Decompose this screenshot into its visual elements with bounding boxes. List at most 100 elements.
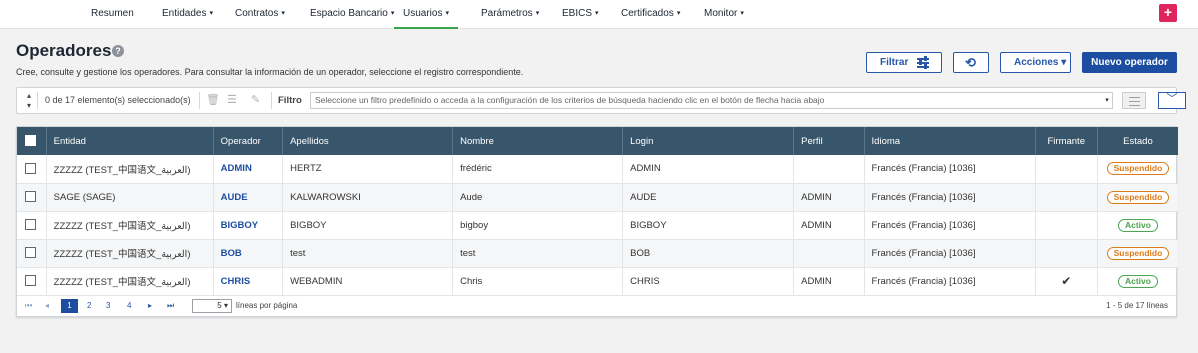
list-icon[interactable]: ☰ (227, 88, 237, 113)
top-nav: Resumen Entidades ▾ Contratos ▾ Espacio Ba… (0, 0, 1198, 29)
cell-login: BIGBOY (622, 211, 795, 240)
row-select-cell (17, 239, 47, 268)
row-select-cell (17, 267, 47, 296)
prev-page-icon[interactable]: ◂ (45, 299, 49, 313)
nav-label: Usuarios (403, 8, 443, 19)
row-checkbox[interactable] (25, 247, 36, 259)
row-checkbox[interactable] (25, 191, 36, 203)
divider (271, 92, 272, 109)
col-idioma[interactable]: Idioma (864, 127, 1036, 155)
cell-apellidos: BIGBOY (282, 211, 454, 240)
next-page-icon[interactable]: ▸ (148, 299, 152, 313)
col-perfil[interactable]: Perfil (793, 127, 865, 155)
filter-button-label: Filtrar (880, 57, 909, 68)
nav-certificados[interactable]: Certificados ▾ (621, 0, 680, 29)
cell-login: ADMIN (622, 155, 795, 184)
nav-label: Parámetros (481, 8, 533, 19)
cell-perfil: ADMIN (793, 267, 865, 296)
cell-perfil (793, 155, 865, 184)
signer-check-icon: ✔ (1035, 267, 1098, 296)
divider (199, 92, 200, 109)
col-operador[interactable]: Operador (213, 127, 284, 155)
page-size-value: 5 (217, 301, 222, 310)
col-apellidos[interactable]: Apellidos (282, 127, 454, 155)
chevron-down-icon[interactable]: ▾ (1102, 93, 1112, 108)
nav-ebics[interactable]: EBICS ▾ (562, 0, 599, 29)
col-entidad[interactable]: Entidad (46, 127, 214, 155)
range-label: 1 - 5 de 17 líneas (1106, 301, 1168, 310)
chevron-down-icon: ▾ (281, 10, 285, 17)
row-select-cell (17, 155, 47, 184)
filter-input[interactable]: Seleccione un filtro predefinido o acced… (310, 92, 1113, 109)
plus-button[interactable]: + (1159, 4, 1177, 22)
status-badge: Activo (1117, 274, 1158, 288)
row-select-cell (17, 183, 47, 212)
first-page-icon[interactable]: ⏮ (25, 299, 32, 313)
filter-label: Filtro (278, 95, 302, 106)
cell-estado: Activo (1097, 267, 1178, 296)
edit-icon[interactable]: ✎ (251, 88, 260, 113)
status-badge: Suspendido (1106, 162, 1170, 176)
new-operator-button[interactable]: Nuevo operador (1082, 52, 1177, 73)
cell-operador[interactable]: BOB (213, 239, 284, 268)
select-all-checkbox[interactable] (25, 135, 36, 147)
cell-idioma: Francés (Francia) [1036] (864, 239, 1036, 268)
actions-dropdown[interactable]: Acciones ▾ (1000, 52, 1071, 73)
row-checkbox[interactable] (25, 275, 36, 287)
cell-operador[interactable]: BIGBOY (213, 211, 284, 240)
row-checkbox[interactable] (25, 219, 36, 231)
last-page-icon[interactable]: ⏭ (167, 299, 174, 313)
actions-label: Acciones ▾ (1014, 57, 1067, 68)
cell-login: CHRIS (622, 267, 795, 296)
help-icon[interactable]: ? (112, 45, 124, 57)
chevron-down-icon: ▾ (676, 10, 681, 17)
table-row[interactable]: ZZZZZ (TEST_中国语文_العربية) ADMIN HERTZ fr… (17, 155, 1178, 184)
cell-operador[interactable]: ADMIN (213, 155, 284, 184)
nav-monitor[interactable]: Monitor ▾ (704, 0, 744, 29)
col-estado[interactable]: Estado (1097, 127, 1178, 155)
nav-espacio-bancario[interactable]: Espacio Bancario ▾ (310, 0, 394, 29)
operators-table: Entidad Operador Apellidos Nombre Login … (17, 127, 1178, 296)
nav-usuarios[interactable]: Usuarios ▾ (394, 0, 458, 29)
cell-entidad: ZZZZZ (TEST_中国语文_العربية) (46, 267, 214, 296)
sort-toggle-icon[interactable]: ▴ ▾ (22, 91, 36, 111)
cell-idioma: Francés (Francia) [1036] (864, 183, 1036, 212)
col-nombre[interactable]: Nombre (452, 127, 624, 155)
cell-nombre: Chris (452, 267, 624, 296)
trash-icon[interactable]: 🗑 (206, 88, 220, 113)
expand-filter-button[interactable]: ﹀ (1158, 92, 1186, 109)
refresh-button[interactable]: ⟲ (953, 52, 989, 73)
col-firmante[interactable]: Firmante (1035, 127, 1098, 155)
nav-entidades[interactable]: Entidades ▾ (162, 0, 213, 29)
cell-perfil (793, 239, 865, 268)
cell-apellidos: test (282, 239, 454, 268)
row-select-cell (17, 211, 47, 240)
table-row[interactable]: ZZZZZ (TEST_中国语文_العربية) BIGBOY BIGBOY … (17, 211, 1178, 240)
table-row[interactable]: ZZZZZ (TEST_中国语文_العربية) BOB test test … (17, 239, 1178, 268)
page-4[interactable]: 4 (127, 299, 131, 313)
cell-estado: Suspendido (1097, 183, 1178, 212)
divider (37, 92, 38, 109)
nav-label: EBICS (562, 8, 593, 19)
filter-button[interactable]: Filtrar (866, 52, 942, 73)
nav-parametros[interactable]: Parámetros ▾ (481, 0, 539, 29)
cell-apellidos: HERTZ (282, 155, 454, 184)
nav-resumen[interactable]: Resumen (91, 0, 134, 29)
columns-button[interactable] (1122, 92, 1146, 109)
page-size-select[interactable]: 5 ▾ (192, 299, 232, 313)
cell-operador[interactable]: AUDE (213, 183, 284, 212)
table-row[interactable]: SAGE (SAGE) AUDE KALWAROWSKI Aude AUDE A… (17, 183, 1178, 212)
page-1[interactable]: 1 (61, 299, 78, 313)
nav-contratos[interactable]: Contratos ▾ (235, 0, 285, 29)
status-badge: Suspendido (1106, 190, 1170, 204)
page-2[interactable]: 2 (87, 299, 91, 313)
row-checkbox[interactable] (25, 163, 36, 175)
cell-firmante (1035, 183, 1098, 212)
page-3[interactable]: 3 (106, 299, 110, 313)
table-row[interactable]: ZZZZZ (TEST_中国语文_العربية) CHRIS WEBADMIN… (17, 267, 1178, 296)
cell-estado: Suspendido (1097, 239, 1178, 268)
cell-operador[interactable]: CHRIS (213, 267, 284, 296)
col-login[interactable]: Login (622, 127, 795, 155)
table-header-row: Entidad Operador Apellidos Nombre Login … (17, 127, 1178, 155)
filter-toolbar: ▴ ▾ 0 de 17 elemento(s) seleccionado(s) 🗑… (16, 87, 1186, 114)
